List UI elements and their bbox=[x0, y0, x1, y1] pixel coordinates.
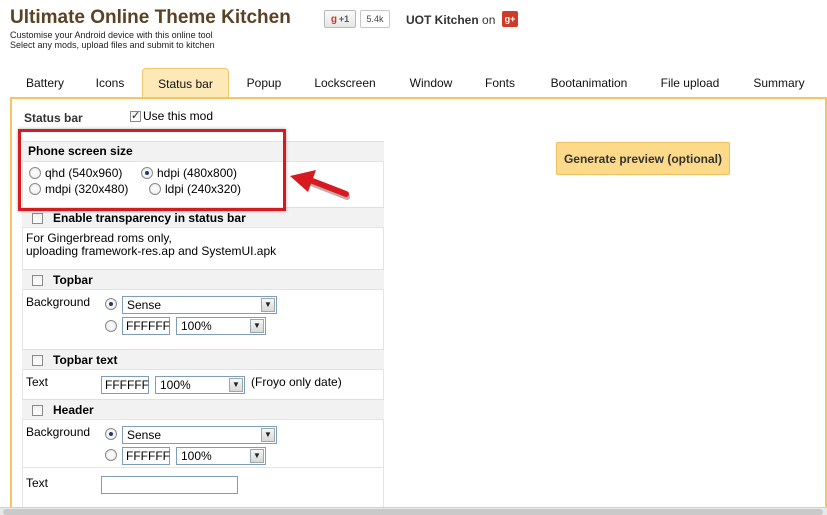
header-bg-preset-radio[interactable] bbox=[105, 428, 117, 440]
topbar-opacity-select[interactable]: 100% ▼ bbox=[176, 317, 266, 335]
horizontal-scrollbar[interactable] bbox=[0, 507, 827, 515]
froyo-note: (Froyo only date) bbox=[251, 375, 342, 389]
chevron-down-icon: ▼ bbox=[229, 378, 243, 392]
google-icon: g bbox=[330, 13, 337, 25]
topbar-text-opacity-select[interactable]: 100% ▼ bbox=[155, 376, 245, 394]
topbar-text-toggle[interactable]: Topbar text bbox=[32, 353, 117, 367]
header-text-input[interactable] bbox=[101, 476, 238, 494]
topbar-heading: Topbar bbox=[53, 273, 93, 287]
topbar-bg-custom-radio[interactable] bbox=[105, 320, 117, 332]
topbar-text-color-input[interactable]: FFFFFF bbox=[101, 376, 149, 394]
tab-bar: Battery Icons Status bar Popup Lockscree… bbox=[10, 68, 827, 98]
plus-one-label: +1 bbox=[338, 14, 350, 24]
transparency-toggle[interactable]: Enable transparency in status bar bbox=[32, 211, 246, 225]
chevron-down-icon: ▼ bbox=[250, 449, 264, 463]
select-value: Sense bbox=[127, 298, 162, 312]
note-line-2: uploading framework-res.ap and SystemUI.… bbox=[26, 244, 277, 258]
topbar-text-label: Text bbox=[26, 375, 49, 389]
transparency-body: For Gingerbread roms only, uploading fra… bbox=[22, 227, 384, 269]
google-plus-count: 5.4k bbox=[360, 10, 390, 28]
on-text: on bbox=[482, 13, 496, 27]
topbar-bg-select[interactable]: Sense ▼ bbox=[122, 296, 277, 314]
tab-battery[interactable]: Battery bbox=[10, 68, 80, 98]
topbar-text-header: Topbar text bbox=[22, 349, 384, 369]
use-mod-checkbox[interactable] bbox=[130, 109, 141, 122]
tab-window[interactable]: Window bbox=[391, 68, 471, 98]
transparency-heading: Enable transparency in status bar bbox=[53, 211, 246, 225]
topbar-toggle[interactable]: Topbar bbox=[32, 273, 93, 287]
select-value: Sense bbox=[127, 428, 162, 442]
tab-file-upload[interactable]: File upload bbox=[649, 68, 731, 98]
use-mod-toggle[interactable]: Use this mod bbox=[130, 109, 213, 123]
tab-fonts[interactable]: Fonts bbox=[471, 68, 529, 98]
google-plus-icon[interactable]: g+ bbox=[502, 11, 518, 27]
transparency-note: For Gingerbread roms only, uploading fra… bbox=[26, 232, 276, 258]
tab-popup[interactable]: Popup bbox=[229, 68, 299, 98]
tab-lockscreen[interactable]: Lockscreen bbox=[299, 68, 391, 98]
use-mod-label: Use this mod bbox=[143, 109, 214, 123]
red-arrow-icon bbox=[290, 170, 350, 200]
chevron-down-icon: ▼ bbox=[261, 428, 275, 442]
highlight-box bbox=[18, 129, 286, 211]
header-color-input[interactable]: FFFFFF bbox=[122, 447, 170, 465]
header-toggle[interactable]: Header bbox=[32, 403, 94, 417]
header-heading: Header bbox=[53, 403, 94, 417]
header-background-label: Background bbox=[26, 425, 91, 439]
site-tagline: Customise your Android device with this … bbox=[10, 30, 215, 50]
chevron-down-icon: ▼ bbox=[261, 298, 275, 312]
topbar-body: Background Sense ▼ FFFFFF 100% ▼ bbox=[22, 289, 384, 349]
tagline-line-1: Customise your Android device with this … bbox=[10, 30, 213, 40]
chevron-down-icon: ▼ bbox=[250, 319, 264, 333]
topbar-text-checkbox[interactable] bbox=[32, 354, 43, 366]
header-section-header: Header bbox=[22, 399, 384, 419]
header-bg-select[interactable]: Sense ▼ bbox=[122, 426, 277, 444]
topbar-background-label: Background bbox=[26, 295, 91, 309]
transparency-checkbox[interactable] bbox=[32, 212, 43, 224]
site-title: Ultimate Online Theme Kitchen bbox=[10, 7, 291, 28]
topbar-text-heading: Topbar text bbox=[53, 353, 118, 367]
generate-preview-button[interactable]: Generate preview (optional) bbox=[556, 142, 730, 175]
header-bg-custom-radio[interactable] bbox=[105, 449, 117, 461]
section-label: Status bar bbox=[24, 111, 83, 125]
tab-status-bar[interactable]: Status bar bbox=[142, 68, 229, 98]
header-opacity-select[interactable]: 100% ▼ bbox=[176, 447, 266, 465]
topbar-header: Topbar bbox=[22, 269, 384, 289]
header-text-label: Text bbox=[26, 476, 49, 490]
header-bg-body: Background Sense ▼ FFFFFF 100% ▼ bbox=[22, 419, 384, 467]
uot-kitchen-text: UOT Kitchen bbox=[406, 13, 479, 27]
google-plus-one-button[interactable]: g +1 bbox=[324, 10, 356, 28]
tab-bootanimation[interactable]: Bootanimation bbox=[529, 68, 649, 98]
topbar-bg-preset-radio[interactable] bbox=[105, 298, 117, 310]
select-value: 100% bbox=[181, 449, 212, 463]
tab-summary[interactable]: Summary bbox=[731, 68, 827, 98]
uot-kitchen-label: UOT Kitchen on bbox=[406, 13, 495, 27]
tab-icons[interactable]: Icons bbox=[80, 68, 140, 98]
topbar-checkbox[interactable] bbox=[32, 274, 43, 286]
topbar-color-input[interactable]: FFFFFF bbox=[122, 317, 170, 335]
select-value: 100% bbox=[160, 378, 191, 392]
select-value: 100% bbox=[181, 319, 212, 333]
scrollbar-thumb[interactable] bbox=[3, 509, 823, 515]
header-checkbox[interactable] bbox=[32, 404, 43, 416]
topbar-text-body: Text FFFFFF 100% ▼ (Froyo only date) bbox=[22, 369, 384, 399]
tagline-line-2: Select any mods, upload files and submit… bbox=[10, 40, 215, 50]
